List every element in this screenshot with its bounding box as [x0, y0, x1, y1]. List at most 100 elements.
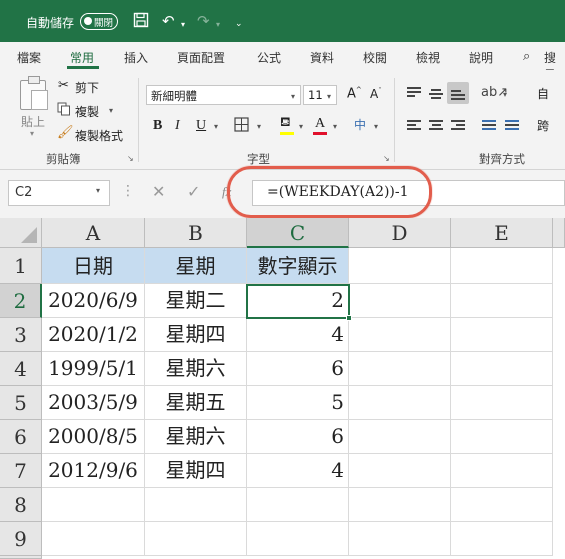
search-icon[interactable]: ⌕	[523, 49, 530, 64]
cell-c4[interactable]: 6	[247, 352, 349, 386]
row-header-9[interactable]: 9	[0, 522, 42, 556]
tab-file[interactable]: 檔案	[17, 49, 41, 66]
column-header-c[interactable]: C	[247, 218, 349, 248]
copy-button[interactable]: 複製	[75, 103, 99, 120]
row-header-6[interactable]: 6	[0, 420, 42, 454]
underline-icon[interactable]: U	[196, 118, 206, 134]
row-header-1[interactable]: 1	[0, 248, 42, 284]
cell-b8[interactable]	[145, 488, 247, 522]
cut-icon[interactable]: ✂	[58, 78, 69, 93]
copy-icon[interactable]	[57, 102, 71, 119]
cell-a3[interactable]: 2020/1/2	[42, 318, 145, 352]
cell-a7[interactable]: 2012/9/6	[42, 454, 145, 488]
increase-indent-icon[interactable]	[505, 120, 519, 132]
tab-data[interactable]: 資料	[310, 49, 334, 66]
cell-c6[interactable]: 6	[247, 420, 349, 454]
column-header-e[interactable]: E	[451, 218, 553, 248]
tab-page-layout[interactable]: 頁面配置	[177, 49, 225, 66]
select-all-button[interactable]	[0, 218, 42, 248]
cell-c9[interactable]	[247, 522, 349, 556]
cell-d8[interactable]	[349, 488, 451, 522]
cell-b7[interactable]: 星期四	[145, 454, 247, 488]
cell-b5[interactable]: 星期五	[145, 386, 247, 420]
paste-icon[interactable]	[20, 76, 48, 110]
font-size-input[interactable]: 11	[303, 85, 337, 105]
row-header-2[interactable]: 2	[0, 284, 42, 318]
undo-icon[interactable]: ↶	[162, 12, 175, 30]
merge-center-icon[interactable]: 跨	[537, 117, 549, 134]
undo-dropdown-icon[interactable]: ▾	[181, 16, 185, 34]
cell-e2[interactable]	[451, 284, 553, 318]
redo-dropdown-icon[interactable]: ▾	[216, 16, 220, 34]
row-header-3[interactable]: 3	[0, 318, 42, 352]
cell-b1[interactable]: 星期	[145, 248, 247, 284]
cell-c5[interactable]: 5	[247, 386, 349, 420]
cell-a8[interactable]	[42, 488, 145, 522]
decrease-font-size-icon[interactable]: Aˇ	[370, 87, 382, 101]
tab-review[interactable]: 校閱	[363, 49, 387, 66]
copy-dropdown-icon[interactable]: ▾	[109, 106, 113, 115]
cell-a4[interactable]: 1999/5/1	[42, 352, 145, 386]
cell-c2[interactable]: 2	[247, 284, 349, 318]
align-bottom-icon[interactable]	[451, 90, 465, 102]
fill-handle[interactable]	[346, 315, 352, 321]
format-painter-button[interactable]: 複製格式	[75, 127, 123, 144]
column-header-a[interactable]: A	[42, 218, 145, 248]
cell-d2[interactable]	[349, 284, 451, 318]
fill-color-icon[interactable]: ⛾	[280, 115, 291, 132]
tab-formulas[interactable]: 公式	[257, 49, 281, 66]
paste-label[interactable]: 貼上	[21, 113, 45, 130]
cell-a5[interactable]: 2003/5/9	[42, 386, 145, 420]
cell-d3[interactable]	[349, 318, 451, 352]
underline-dropdown-icon[interactable]: ▾	[214, 122, 218, 131]
column-header-f-partial[interactable]	[553, 218, 565, 248]
cell-a9[interactable]	[42, 522, 145, 556]
cell-a2[interactable]: 2020/6/9	[42, 284, 145, 318]
autosave-toggle[interactable]: 關閉	[80, 13, 118, 30]
font-name-dropdown-icon[interactable]: ▾	[291, 92, 295, 101]
font-color-icon[interactable]: A	[315, 116, 325, 132]
tab-home[interactable]: 常用	[70, 49, 94, 66]
phonetic-dropdown-icon[interactable]: ▾	[374, 122, 378, 131]
phonetic-guide-icon[interactable]: 中	[354, 116, 366, 133]
save-icon[interactable]	[133, 12, 149, 32]
cell-b6[interactable]: 星期六	[145, 420, 247, 454]
paste-dropdown-icon[interactable]: ▾	[30, 129, 34, 138]
align-middle-icon[interactable]	[429, 89, 443, 101]
orientation-dropdown-icon[interactable]: ▾	[503, 90, 507, 99]
column-header-b[interactable]: B	[145, 218, 247, 248]
tab-insert[interactable]: 插入	[124, 49, 148, 66]
cell-b2[interactable]: 星期二	[145, 284, 247, 318]
cell-e7[interactable]	[451, 454, 553, 488]
name-box[interactable]: C2	[8, 180, 110, 206]
align-top-icon[interactable]	[407, 87, 421, 99]
cut-button[interactable]: 剪下	[75, 79, 99, 96]
cell-e4[interactable]	[451, 352, 553, 386]
cell-d9[interactable]	[349, 522, 451, 556]
formula-bar-handle-icon[interactable]: ⋮	[121, 183, 135, 199]
font-launcher-icon[interactable]: ↘	[383, 154, 390, 163]
align-right-icon[interactable]	[451, 120, 465, 132]
cell-e8[interactable]	[451, 488, 553, 522]
customize-toolbar-icon[interactable]: ⌄	[235, 15, 243, 33]
wrap-text-icon[interactable]: 自	[537, 85, 549, 102]
decrease-indent-icon[interactable]	[482, 120, 496, 132]
tab-view[interactable]: 檢視	[416, 49, 440, 66]
cancel-icon[interactable]: ✕	[152, 182, 165, 201]
cell-e5[interactable]	[451, 386, 553, 420]
format-painter-icon[interactable]: 🖌	[57, 125, 74, 140]
enter-icon[interactable]: ✓	[187, 182, 200, 201]
cell-d7[interactable]	[349, 454, 451, 488]
cell-e1[interactable]	[451, 248, 553, 284]
font-size-dropdown-icon[interactable]: ▾	[327, 92, 331, 101]
row-header-4[interactable]: 4	[0, 352, 42, 386]
cell-c1[interactable]: 數字顯示	[247, 248, 349, 284]
cell-d4[interactable]	[349, 352, 451, 386]
clipboard-launcher-icon[interactable]: ↘	[127, 154, 134, 163]
tab-help[interactable]: 說明	[469, 49, 493, 66]
cell-c7[interactable]: 4	[247, 454, 349, 488]
borders-dropdown-icon[interactable]: ▾	[257, 122, 261, 131]
fill-color-dropdown-icon[interactable]: ▾	[299, 122, 303, 131]
cell-b3[interactable]: 星期四	[145, 318, 247, 352]
cell-b4[interactable]: 星期六	[145, 352, 247, 386]
